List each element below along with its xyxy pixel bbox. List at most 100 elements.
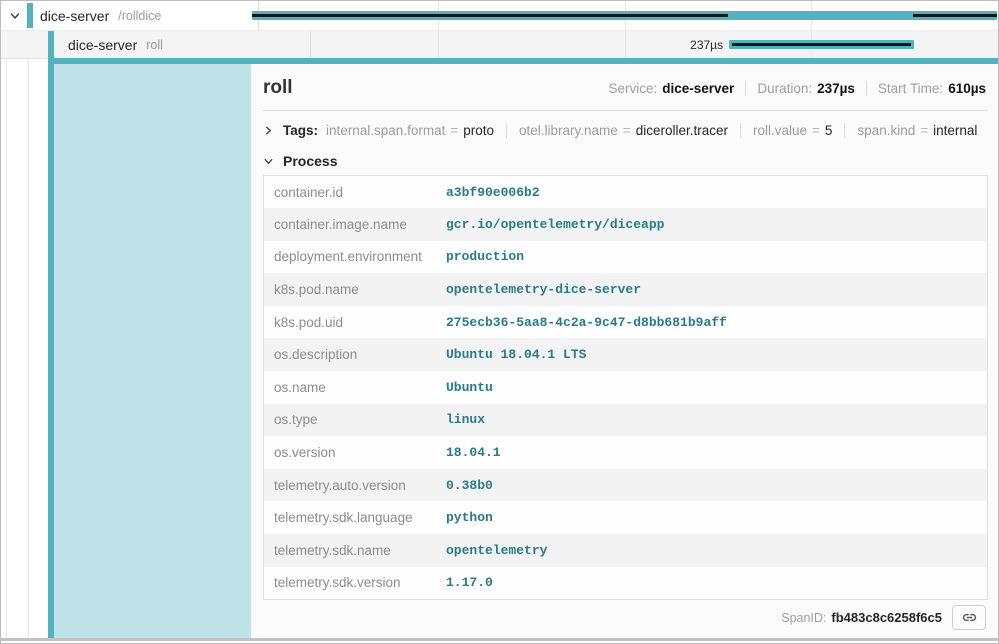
header-divider	[263, 110, 988, 111]
process-table-body: container.ida3bf90e006b2container.image.…	[264, 176, 988, 600]
tags-label: Tags:	[283, 123, 318, 138]
process-key: os.name	[264, 371, 446, 404]
detail-row-top-accent	[48, 58, 998, 64]
indent-guide	[28, 59, 29, 638]
jaeger-trace-detail-view: dice-server /rolldice dice-server roll 2…	[0, 0, 999, 644]
process-key: os.version	[264, 436, 446, 469]
stat-duration: Duration:237µs	[745, 81, 866, 96]
process-key: deployment.environment	[264, 241, 446, 274]
process-key: telemetry.sdk.language	[264, 501, 446, 534]
span-bar-inner-line	[732, 43, 911, 46]
operation-name: /rolldice	[118, 9, 161, 23]
spanid-value: fb483c8c6258f6c5	[831, 610, 942, 625]
deep-link-button[interactable]	[952, 605, 986, 630]
process-value: a3bf90e006b2	[445, 176, 988, 209]
operation-name: roll	[146, 38, 163, 52]
process-value: 0.38b0	[445, 469, 988, 502]
tag-equals: =	[623, 123, 631, 138]
span-title: roll	[263, 76, 293, 100]
span-stats: Service:dice-server Duration:237µs Start…	[597, 81, 988, 96]
link-icon	[961, 609, 978, 626]
process-value: Ubuntu	[445, 371, 988, 404]
process-value: linux	[445, 404, 988, 437]
process-row: container.image.namegcr.io/opentelemetry…	[264, 208, 988, 241]
span-bar-roll[interactable]	[729, 40, 914, 49]
span-duration-label: 237µs	[251, 38, 723, 52]
process-section-toggle[interactable]: Process	[263, 153, 988, 169]
process-value: gcr.io/opentelemetry/diceapp	[445, 208, 988, 241]
tag-key: roll.value	[753, 123, 807, 138]
stat-start-time: Start Time:610µs	[866, 81, 988, 96]
tag-equals: =	[450, 123, 458, 138]
span-detail-panel: roll Service:dice-server Duration:237µs …	[251, 64, 998, 638]
process-row: telemetry.sdk.languagepython	[264, 501, 988, 534]
tag-equals: =	[812, 123, 820, 138]
process-table: container.ida3bf90e006b2container.image.…	[263, 175, 988, 600]
process-value: 18.04.1	[445, 436, 988, 469]
process-row: deployment.environmentproduction	[264, 241, 988, 274]
process-row: os.descriptionUbuntu 18.04.1 LTS	[264, 338, 988, 371]
process-row: os.typelinux	[264, 404, 988, 437]
indent-guide	[6, 59, 7, 638]
chevron-right-icon	[263, 125, 274, 136]
process-key: os.description	[264, 338, 446, 371]
bottom-border	[1, 638, 998, 641]
tag-key: span.kind	[857, 123, 915, 138]
tags-section-toggle[interactable]: Tags: internal.span.format = proto otel.lib…	[263, 117, 988, 143]
timeline-cell[interactable]	[251, 1, 998, 30]
process-key: container.image.name	[264, 208, 446, 241]
span-row-rolldice[interactable]: dice-server /rolldice	[1, 1, 998, 31]
process-row: os.nameUbuntu	[264, 371, 988, 404]
process-label: Process	[283, 153, 337, 169]
tags-list: internal.span.format = proto otel.library.n…	[326, 123, 989, 138]
tag-item: otel.library.name = diceroller.tracer	[506, 123, 740, 138]
detail-header: roll Service:dice-server Duration:237µs …	[263, 76, 988, 100]
process-row: telemetry.sdk.nameopentelemetry	[264, 534, 988, 567]
process-row: telemetry.auto.version0.38b0	[264, 469, 988, 502]
process-value: opentelemetry-dice-server	[445, 273, 988, 306]
process-value: opentelemetry	[445, 534, 988, 567]
process-value: 275ecb36-5aa8-4c2a-9c47-d8bb681b9aff	[445, 306, 988, 339]
process-value: python	[445, 501, 988, 534]
tag-value: diceroller.tracer	[636, 123, 728, 138]
process-row: k8s.pod.nameopentelemetry-dice-server	[264, 273, 988, 306]
tag-value: internal	[933, 123, 977, 138]
selected-span-color-bar	[48, 31, 54, 638]
detail-footer: SpanID: fb483c8c6258f6c5	[263, 605, 988, 638]
process-key: telemetry.sdk.name	[264, 534, 446, 567]
child-span-indicator	[913, 14, 996, 17]
process-key: k8s.pod.uid	[264, 306, 446, 339]
spanid-label: SpanID:	[781, 611, 826, 625]
process-key: os.type	[264, 404, 446, 437]
timeline-cell[interactable]: 237µs	[251, 31, 998, 58]
selected-row-highlight	[54, 64, 251, 638]
process-key: telemetry.sdk.version	[264, 567, 446, 600]
process-row: telemetry.sdk.version1.17.0	[264, 567, 988, 600]
process-value: production	[445, 241, 988, 274]
process-row: os.version18.04.1	[264, 436, 988, 469]
service-name: dice-server	[68, 37, 137, 53]
tag-value: 5	[825, 123, 833, 138]
stat-service: Service:dice-server	[597, 81, 745, 96]
tag-key: internal.span.format	[326, 123, 445, 138]
span-bar-rolldice[interactable]	[252, 11, 996, 20]
collapse-chevron-icon[interactable]	[9, 10, 21, 22]
tag-equals: =	[920, 123, 928, 138]
tag-item: span.kind = internal	[844, 123, 989, 138]
tag-item: internal.span.format = proto	[326, 123, 506, 138]
span-name-cell[interactable]: dice-server /rolldice	[1, 1, 259, 30]
process-key: container.id	[264, 176, 446, 209]
process-key: k8s.pod.name	[264, 273, 446, 306]
tag-value: proto	[463, 123, 494, 138]
process-value: Ubuntu 18.04.1 LTS	[445, 338, 988, 371]
service-color-bar	[27, 3, 33, 28]
process-row: k8s.pod.uid275ecb36-5aa8-4c2a-9c47-d8bb6…	[264, 306, 988, 339]
span-row-roll-selected[interactable]: dice-server roll 237µs	[1, 31, 998, 59]
process-key: telemetry.auto.version	[264, 469, 446, 502]
tag-key: otel.library.name	[519, 123, 618, 138]
process-row: container.ida3bf90e006b2	[264, 176, 988, 209]
child-span-indicator	[252, 14, 727, 17]
service-name: dice-server	[40, 8, 109, 24]
tag-item: roll.value = 5	[740, 123, 844, 138]
process-value: 1.17.0	[445, 567, 988, 600]
